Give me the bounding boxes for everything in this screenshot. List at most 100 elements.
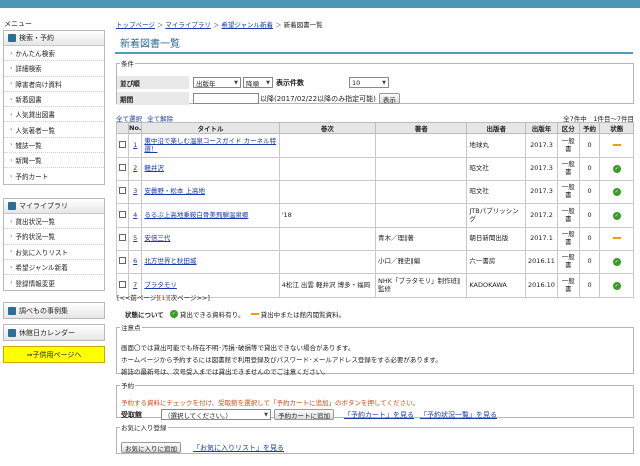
conditions-box: 条件 並び順 出版年 ▼ 降順 ▼ 表示件数 10 ▼ 期間 以降(2017/02/2… (116, 58, 635, 105)
sidebar-item-newspapers[interactable]: › 新聞一覧 (4, 153, 104, 169)
table-row: 6 北方世界と秋田城 小口／雅史‖編 六一書房 2016.11 一般書 0 ✓ (116, 250, 634, 274)
sort-field-select[interactable]: 出版年 ▼ (193, 77, 241, 88)
period-label: 期間 (117, 92, 189, 105)
arrow-icon: › (10, 279, 13, 287)
status-legend: 状態について ✓ 貸出できる資料有り。 貸出中または館内閲覧資料。 (125, 310, 346, 319)
sidebar-section-header[interactable]: 調べもの事例集 (4, 303, 104, 318)
table-header-row: No. タイトル 巻次 著者 出版者 出版年 区分 予約 状態 (116, 122, 634, 134)
breadcrumb-top[interactable]: トップページ (116, 21, 155, 29)
sort-label: 並び順 (117, 76, 189, 89)
breadcrumb-mylibrary[interactable]: マイライブラリ (165, 21, 211, 29)
arrow-icon: › (10, 248, 13, 256)
sidebar-item-account[interactable]: › 登録情報変更 (4, 275, 104, 290)
sidebar-item-new-books[interactable]: › 新着図書 (4, 92, 104, 108)
book-title-link[interactable]: 東中沿で楽しむ温泉コースガイド カーネル特選！ (144, 137, 276, 153)
sidebar-section-header[interactable]: 休館日カレンダー (4, 325, 104, 340)
chevron-down-icon: ▼ (382, 79, 386, 86)
row-checkbox[interactable] (119, 140, 126, 148)
row-checkbox[interactable] (119, 164, 126, 172)
book-title-link[interactable]: 北方世界と秋田城 (144, 257, 196, 265)
available-icon: ✓ (612, 188, 621, 196)
add-to-cart-button[interactable]: 予約カートに追加 (274, 409, 334, 420)
menu-title: メニュー (4, 20, 32, 28)
sidebar-item-magazines[interactable]: › 雑誌一覧 (4, 138, 104, 154)
sidebar-item-popular-authors[interactable]: › 人気著者一覧 (4, 122, 104, 138)
row-checkbox[interactable] (119, 210, 126, 218)
row-checkbox[interactable] (119, 257, 126, 265)
pickup-label: 受取館 (121, 410, 142, 419)
row-checkbox[interactable] (119, 280, 126, 288)
pager-current: [1] (158, 294, 169, 302)
arrow-icon: › (10, 80, 13, 88)
view-cart-link[interactable]: 「予約カート」を見る (344, 410, 414, 420)
on-loan-icon (612, 143, 621, 146)
note-line: ホームページから予約するには図書館で利用登録及びパスワード･メールアドレス登録を… (121, 356, 442, 364)
sidebar-section-mylibrary: マイライブラリ › 貸出状況一覧 › 予約状況一覧 › お気に入りリスト › 希望ジャン… (3, 198, 105, 292)
arrow-icon: › (10, 95, 13, 103)
available-icon: ✓ (612, 211, 621, 220)
sidebar-item-loan-status[interactable]: › 貸出状況一覧 (4, 214, 104, 230)
book-title-link[interactable]: ブラタモリ (144, 281, 177, 289)
sidebar-item-easy-search[interactable]: › かんたん検索 (4, 46, 104, 62)
add-favorite-button[interactable]: お気に入りに追加 (121, 442, 181, 453)
sidebar-item-popular-loans[interactable]: › 人気貸出図書 (4, 107, 104, 123)
sidebar-item-reserve-cart[interactable]: › 予約カート (4, 168, 104, 183)
pager-next[interactable]: [次ページ>>] (168, 294, 210, 302)
calendar-icon (8, 328, 16, 337)
sidebar-section-header[interactable]: 検索・予約 (4, 31, 104, 46)
breadcrumb-current: 新着図書一覧 (283, 21, 323, 29)
chevron-down-icon: ▼ (266, 79, 270, 86)
book-icon (8, 202, 16, 210)
arrow-icon: › (10, 64, 13, 72)
sidebar-section-calendar[interactable]: 休館日カレンダー (3, 324, 105, 341)
arrow-icon: › (10, 263, 13, 271)
child-page-button[interactable]: ⇒子供用ページへ (3, 346, 105, 363)
reserve-controls: 受取館 （選択してください。） ▼ 予約カートに追加 「予約カート」を見る 「予約… (121, 409, 497, 420)
sidebar-item-detail-search[interactable]: › 詳細検索 (4, 61, 104, 77)
book-title-link[interactable]: 軽井沢 (144, 164, 164, 172)
breadcrumb-genre[interactable]: 希望ジャンル新着 (221, 21, 273, 29)
top-header-bar (0, 0, 640, 8)
available-icon: ✓ (169, 310, 178, 318)
table-row: 3 安曇野・松本 上高地 昭文社 2017.3 一般書 0 ✓ (116, 180, 634, 204)
row-checkbox[interactable] (119, 187, 126, 195)
book-title-link[interactable]: るるぶ上高地乗鞍白骨美飛騨温泉郷 (144, 211, 248, 219)
page-title: 新着図書一覧 (115, 33, 633, 54)
book-title-link[interactable]: 安倍三代 (144, 234, 170, 242)
arrow-icon: › (10, 172, 13, 180)
row-checkbox[interactable] (119, 234, 126, 242)
arrow-icon: › (10, 110, 13, 118)
favorites-box: お気に入り登録 お気に入りに追加 「お気に入りリスト」を見る (116, 422, 634, 454)
view-reserve-status-link[interactable]: 「予約状況一覧」を見る (420, 410, 497, 420)
count-select[interactable]: 10 ▼ (349, 77, 389, 88)
reserve-box: 予約 予約する資料にチェックを付け、受取館を選択して「予約カートに追加」のボタン… (116, 380, 634, 420)
sort-order-select[interactable]: 降順 ▼ (243, 77, 273, 88)
available-icon: ✓ (612, 165, 621, 173)
sidebar-item-reserve-status[interactable]: › 予約状況一覧 (4, 229, 104, 245)
pickup-select[interactable]: （選択してください。） ▼ (161, 409, 271, 420)
arrow-icon: › (10, 49, 13, 57)
available-icon: ✓ (612, 281, 621, 290)
table-row: 5 安倍三代 青木／理‖著 朝日新聞出版 2017.1 一般書 0 (116, 227, 634, 251)
count-label: 表示件数 (276, 78, 304, 87)
sidebar-item-favorites[interactable]: › お気に入りリスト (4, 245, 104, 260)
results-toolbar: 全て選択 全て解除 全7件中 1件目～7件目 (116, 113, 634, 123)
sidebar-item-accessible[interactable]: › 障害者向け資料 (4, 77, 104, 92)
pager-prev[interactable]: [<<前ページ] (117, 294, 159, 302)
period-row: 期間 以降(2017/02/22以降のみ指定可能) 表示 (117, 92, 635, 105)
chevron-down-icon: ▼ (264, 411, 268, 418)
period-input[interactable] (193, 93, 259, 104)
book-title-link[interactable]: 安曇野・松本 上高地 (144, 187, 205, 195)
show-button[interactable]: 表示 (378, 93, 400, 104)
sidebar-item-genre-new[interactable]: › 希望ジャンル新着 (4, 260, 104, 276)
view-favorites-link[interactable]: 「お気に入りリスト」を見る (193, 443, 284, 453)
sidebar-section-header[interactable]: マイライブラリ (4, 199, 104, 214)
notes-box: 注意点 画面〇では貸出可能でも所在不明･汚損･破損等で貸出できない場合があります… (116, 322, 634, 376)
available-icon: ✓ (612, 258, 621, 266)
on-loan-icon (612, 237, 621, 240)
table-row: 2 軽井沢 昭文社 2017.3 一般書 0 ✓ (116, 157, 634, 181)
sidebar-section-reference[interactable]: 調べもの事例集 (3, 302, 105, 319)
pagination: [<<前ページ][1][次ページ>>] (117, 292, 210, 302)
arrow-icon: › (10, 232, 13, 240)
note-line: 画面〇では貸出可能でも所在不明･汚損･破損等で貸出できない場合があります。 (121, 344, 355, 352)
